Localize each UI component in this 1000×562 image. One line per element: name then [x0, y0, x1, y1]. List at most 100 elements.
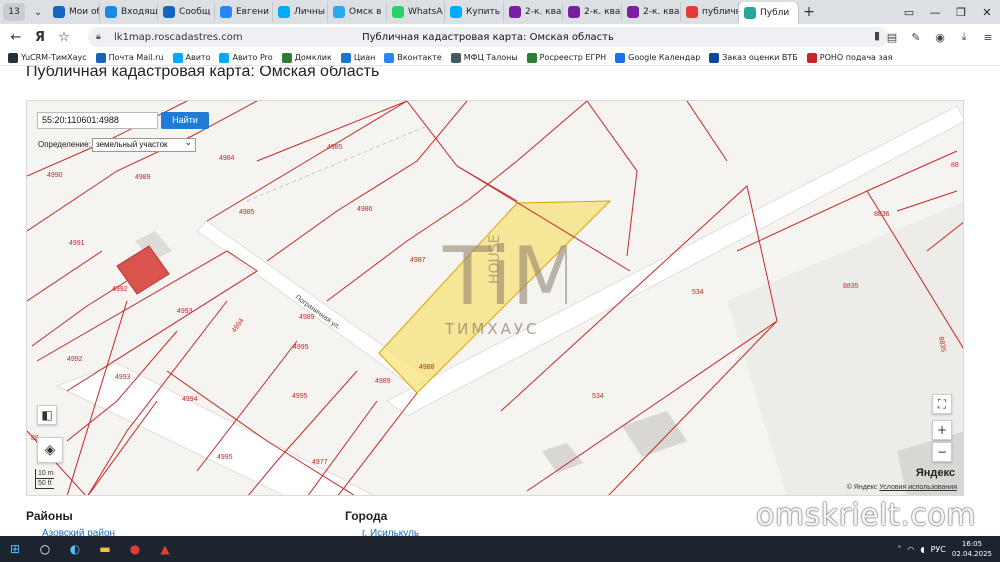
bookmark-item[interactable]: Google Календар — [615, 52, 700, 63]
bookmark-item[interactable]: Росреестр ЕГРН — [526, 52, 606, 63]
terms-link[interactable]: Условия использования — [879, 484, 957, 491]
browser-tab[interactable]: Личны — [273, 2, 328, 22]
district-link[interactable]: Азовский район — [42, 528, 115, 536]
parcel-number-label[interactable]: 4995 — [292, 393, 308, 400]
back-button[interactable]: ← — [4, 26, 28, 48]
parcel-number-label[interactable]: 4988 — [419, 364, 435, 371]
clock[interactable]: 16:05 02.04.2025 — [952, 539, 992, 559]
parcel-number-label[interactable]: 4993 — [177, 308, 193, 315]
parcel-number-label[interactable]: 534 — [592, 393, 604, 400]
bookmark-favicon-icon — [615, 52, 626, 63]
bookmark-favicon-icon — [219, 52, 230, 63]
bookmark-item[interactable]: Домклик — [281, 52, 332, 63]
parcel-number-label[interactable]: 4985 — [327, 144, 343, 151]
chat-icon[interactable]: ✎ — [904, 24, 928, 50]
parcel-number-label[interactable]: 8836 — [874, 211, 890, 218]
clock-date: 02.04.2025 — [951, 550, 992, 558]
cadastral-search-input[interactable]: 55:20:110601:4988 — [37, 112, 158, 129]
parcel-number-label[interactable]: 4990 — [47, 172, 63, 179]
parcel-number-label[interactable]: 4977 — [312, 459, 328, 466]
browser-tab[interactable]: публичн — [681, 2, 739, 22]
parcel-number-label[interactable]: 4986 — [357, 206, 373, 213]
browser-tab[interactable]: Евгени — [215, 2, 273, 22]
zoom-out-button[interactable]: − — [932, 442, 952, 462]
address-bar[interactable]: 🔒︎ lk1map.roscadastres.com Публичная кад… — [88, 27, 888, 47]
download-icon[interactable]: ⤓ — [952, 24, 976, 50]
bookmark-favicon-icon — [526, 52, 537, 63]
browser-tab[interactable]: Омск в — [328, 2, 387, 22]
menu-icon[interactable]: ≡ — [976, 24, 1000, 50]
volume-icon[interactable]: ◖ — [920, 545, 924, 554]
edge-icon[interactable]: ◐ — [60, 536, 90, 562]
mail-icon — [105, 6, 117, 18]
find-button[interactable]: Найти — [161, 112, 209, 129]
parcel-number-label[interactable]: 4985 — [239, 209, 255, 216]
file-explorer-icon[interactable]: ▬ — [90, 536, 120, 562]
zoom-in-button[interactable]: + — [932, 420, 952, 440]
browser-tab[interactable]: Купить — [445, 2, 504, 22]
parcel-number-label[interactable]: 8835 — [843, 283, 859, 290]
close-window-button[interactable]: ✕ — [974, 0, 1000, 24]
city-link[interactable]: г. Исилькуль — [362, 528, 419, 536]
extensions-icon[interactable]: ◉ — [928, 24, 952, 50]
bookmark-item[interactable]: Почта Mail.ru — [95, 52, 164, 63]
bookmark-item[interactable]: Авито Pro — [219, 52, 273, 63]
maximize-button[interactable]: ❐ — [948, 0, 974, 24]
parcel-number-label[interactable]: 4984 — [219, 155, 235, 162]
pin-icon[interactable]: ▭ — [896, 0, 922, 24]
bookmark-item[interactable]: Циан — [340, 52, 375, 63]
parcel-number-label[interactable]: 88 — [951, 162, 959, 169]
search-icon[interactable]: ○ — [30, 536, 60, 562]
browser-tab[interactable]: Публи✕ — [739, 2, 799, 24]
bookmark-item[interactable]: Вконтакте — [384, 52, 442, 63]
parcel-number-label[interactable]: 4989 — [135, 174, 151, 181]
new-tab-button[interactable]: + — [799, 4, 819, 20]
tab-count-badge[interactable]: 13 — [3, 3, 25, 21]
parcel-number-label[interactable]: 4992 — [112, 286, 128, 293]
parcel-number-label[interactable]: 534 — [692, 289, 704, 296]
bookmark-item[interactable]: Авито — [172, 52, 210, 63]
sidebar-icon[interactable]: ▤ — [880, 24, 904, 50]
browser-tab[interactable]: Сообщ — [158, 2, 215, 22]
windows-start-icon[interactable]: ⊞ — [0, 536, 30, 562]
browser-tab[interactable]: 2-к. ква — [504, 2, 563, 22]
bookmark-item[interactable]: Заказ оценки ВТБ — [709, 52, 798, 63]
parcel-number-label[interactable]: 4994 — [182, 396, 198, 403]
parcel-number-label[interactable]: 4995 — [293, 344, 309, 351]
browser-tab[interactable]: 2-к. ква — [622, 2, 681, 22]
parcel-number-label[interactable]: 4995 — [217, 454, 233, 461]
yandex-browser-icon[interactable]: Я — [28, 26, 52, 48]
minimize-button[interactable]: — — [922, 0, 948, 24]
parcel-number-label[interactable]: 4987 — [410, 257, 426, 264]
bookmark-favicon-icon — [384, 52, 395, 63]
districts-heading: Районы — [26, 509, 73, 523]
chevron-up-icon[interactable]: ˄ — [897, 545, 901, 554]
copyright-text: © Яндекс — [846, 484, 878, 491]
browser-tab[interactable]: WhatsA — [387, 2, 445, 22]
url-text[interactable]: lk1map.roscadastres.com — [114, 32, 243, 43]
parcel-number-label[interactable]: 4991 — [69, 240, 85, 247]
toolbar-icons: ▤ ✎ ◉ ⤓ ≡ — [880, 24, 1000, 50]
fullscreen-button[interactable]: ⛶ — [932, 394, 952, 414]
parcel-number-label[interactable]: 4992 — [67, 356, 83, 363]
definition-select[interactable]: земельный участок — [92, 136, 196, 152]
cadastral-map[interactable]: 4985 4984 4990 4989 4985 4986 4991 4987 4992 4993… — [26, 100, 964, 496]
scale-imperial: 50 ft — [35, 479, 54, 489]
bookmark-item[interactable]: YuCRM-ТимХаус — [8, 52, 87, 63]
layers-toggle-button[interactable]: ◧ — [37, 405, 57, 425]
layers-icon[interactable]: ◈ — [37, 437, 63, 463]
parcel-number-label[interactable]: 4989 — [299, 314, 315, 321]
bookmark-item[interactable]: РОНО подача зая — [806, 52, 892, 63]
tab-list-chevron-icon[interactable]: ⌄ — [28, 3, 48, 21]
acrobat-icon[interactable]: ▲ — [150, 536, 180, 562]
bookmark-item[interactable]: МФЦ Талоны — [450, 52, 518, 63]
browser-tab[interactable]: Мои об — [48, 2, 100, 22]
star-icon[interactable]: ☆ — [52, 26, 76, 48]
language-indicator[interactable]: РУС — [931, 545, 946, 554]
parcel-number-label[interactable]: 4989 — [375, 378, 391, 385]
browser-tab[interactable]: Входящ — [100, 2, 158, 22]
yandex-browser-icon[interactable]: ● — [120, 536, 150, 562]
browser-tab[interactable]: 2-к. ква — [563, 2, 622, 22]
parcel-number-label[interactable]: 4993 — [115, 374, 131, 381]
wifi-icon[interactable]: ◠ — [907, 545, 914, 554]
